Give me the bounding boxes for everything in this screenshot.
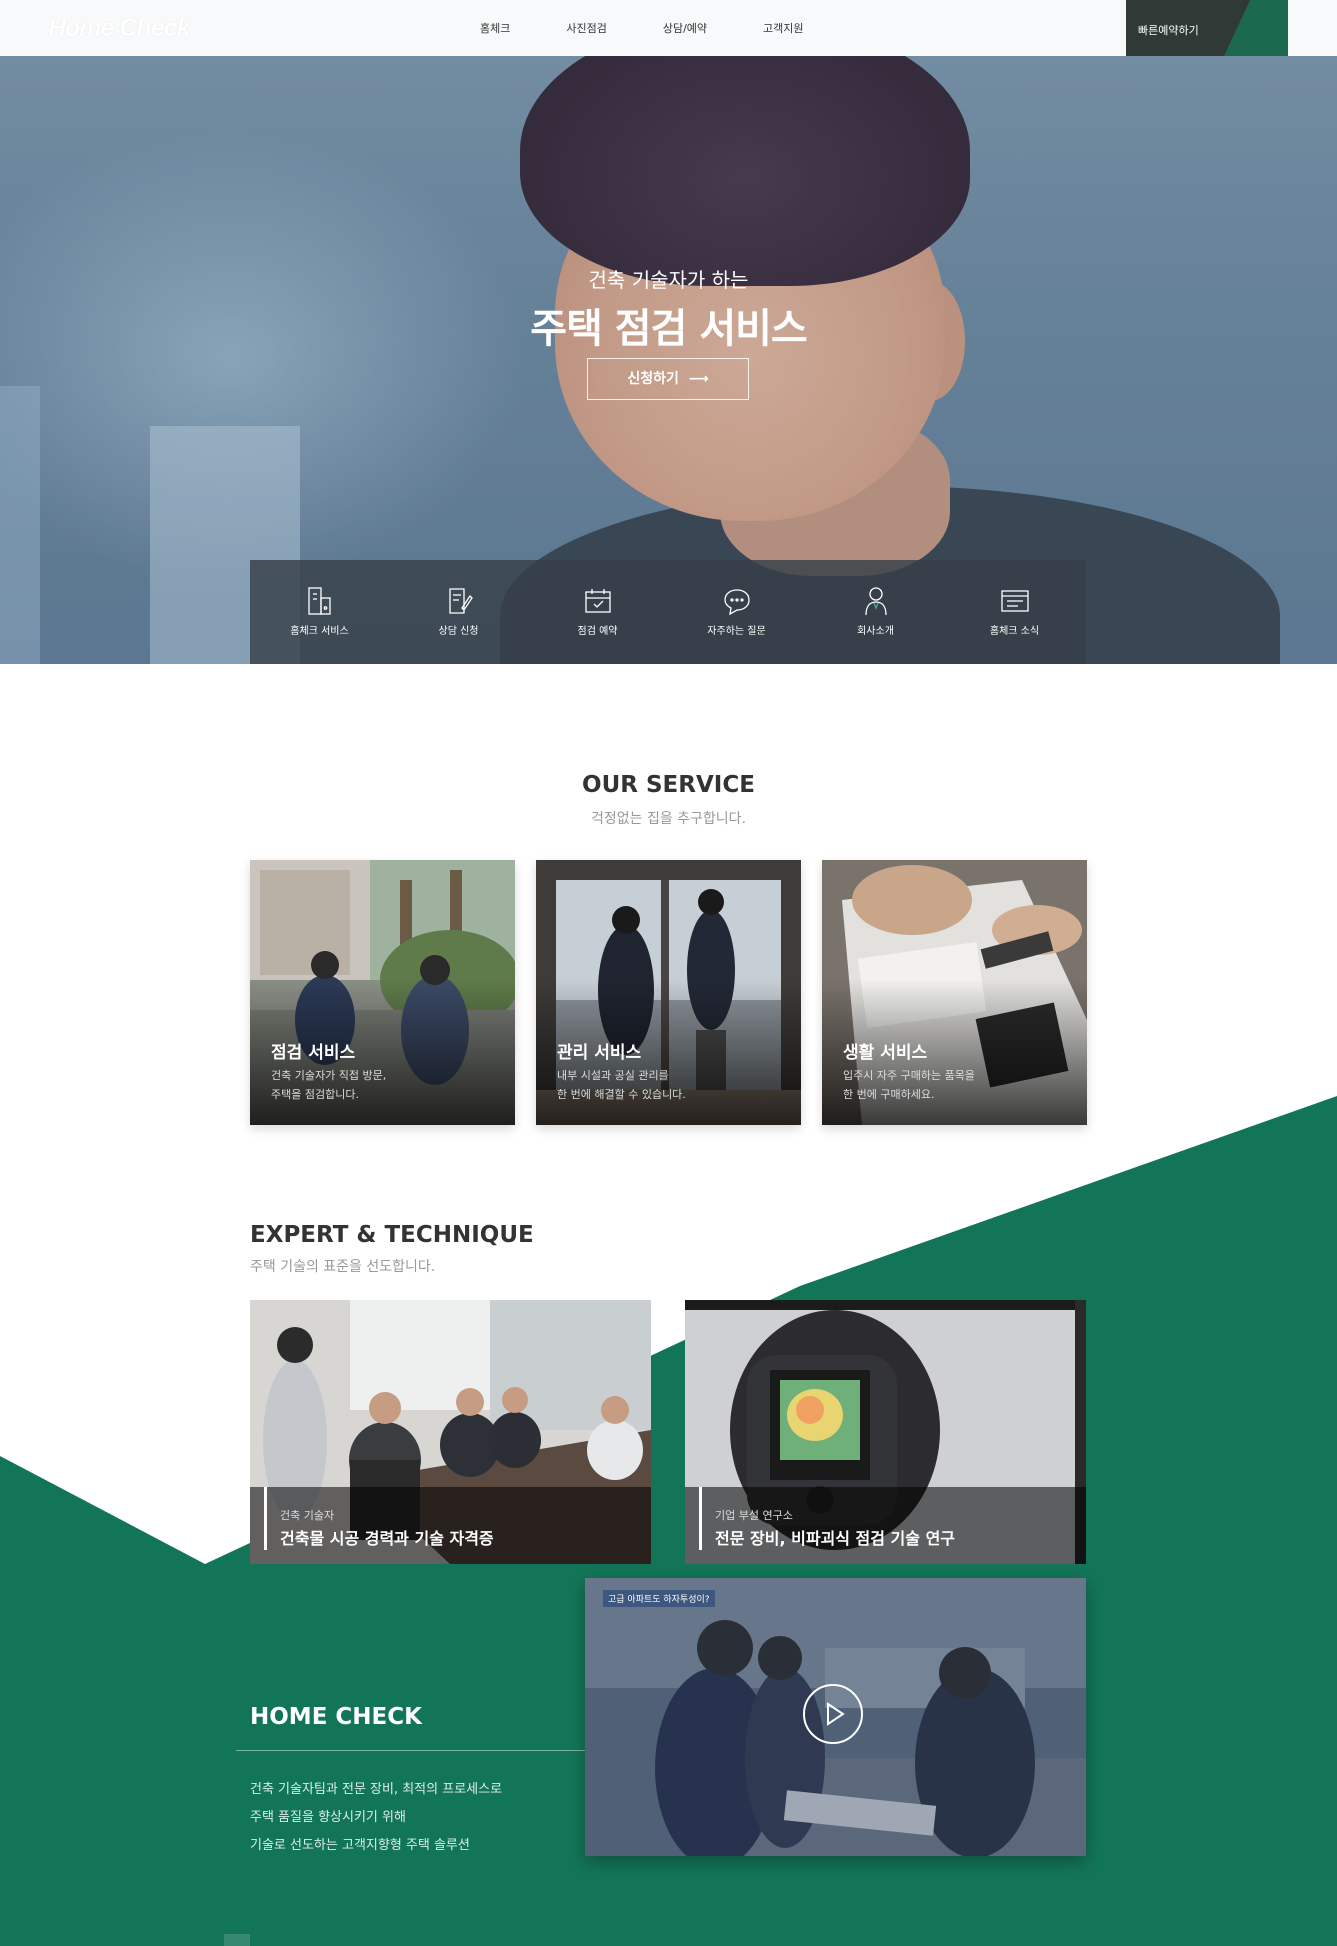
chat-bubble-icon [723, 589, 750, 616]
service-card-title: 점검 서비스 [271, 1043, 356, 1063]
homecheck-desc-line: 기술로 선도하는 고객지향형 주택 솔루션 [250, 1838, 470, 1853]
quick-menu-label: 자주하는 질문 [707, 626, 766, 637]
quick-menu-consult[interactable]: 상담 신청 [389, 560, 528, 664]
service-card-desc-line: 내부 시설과 공실 관리를 [557, 1069, 669, 1082]
quick-menu-bar: 홈체크 서비스 상담 신청 점검 예약 자주하는 질문 회사소개 홈체크 소식 [250, 560, 1086, 664]
quick-menu-label: 홈체크 소식 [989, 626, 1040, 637]
quick-menu-label: 홈체크 서비스 [290, 626, 349, 637]
scroll-top-stub[interactable] [224, 1934, 250, 1946]
expert-card-title: 전문 장비, 비파괴식 점검 기술 연구 [715, 1529, 956, 1548]
quick-menu-label: 상담 신청 [438, 626, 479, 637]
quick-reserve-button[interactable]: 빠른예약하기 [1126, 0, 1288, 56]
news-board-icon [1000, 590, 1029, 612]
service-card-desc-line: 건축 기술자가 직접 방문, [271, 1069, 387, 1082]
nav-item-support[interactable]: 고객지원 [763, 20, 803, 36]
homecheck-desc-line: 주택 품질을 향상시키기 위해 [250, 1810, 406, 1825]
quick-menu-news[interactable]: 홈체크 소식 [945, 560, 1084, 664]
service-section-title: OUR SERVICE [582, 772, 755, 798]
service-card-title: 관리 서비스 [557, 1043, 642, 1063]
service-card-desc-line: 한 번에 해결할 수 있습니다. [557, 1088, 686, 1101]
service-card-management[interactable]: 관리 서비스 내부 시설과 공실 관리를 한 번에 해결할 수 있습니다. [536, 860, 801, 1125]
apply-button[interactable]: 신청하기 ⟶ [587, 358, 749, 400]
building-phone-icon [307, 587, 331, 615]
quick-menu-faq[interactable]: 자주하는 질문 [667, 560, 806, 664]
homecheck-divider [236, 1750, 604, 1751]
service-card-desc-line: 주택을 점검합니다. [271, 1088, 359, 1101]
service-section-subtitle: 걱정없는 집을 추구합니다. [590, 811, 747, 827]
quick-menu-service[interactable]: 홈체크 서비스 [250, 560, 389, 664]
hero-subtitle: 건축 기술자가 하는 [588, 268, 749, 292]
hero-title: 주택 점검 서비스 [530, 306, 807, 352]
hero-banner: 건축 기술자가 하는 주택 점검 서비스 신청하기 ⟶ 홈체크 서비스 상담 신… [0, 56, 1337, 664]
service-card-desc: 내부 시설과 공실 관리를 한 번에 해결할 수 있습니다. [557, 1066, 686, 1104]
nav-item-photo-inspection[interactable]: 사진점검 [566, 20, 606, 36]
homecheck-title: HOME CHECK [250, 1704, 422, 1730]
nav-item-consult-reserve[interactable]: 상담/예약 [663, 20, 707, 36]
arrow-right-icon: ⟶ [683, 371, 709, 387]
homecheck-description: 건축 기술자팀과 전문 장비, 최적의 프로세스로 주택 품질을 향상시키기 위… [250, 1776, 502, 1860]
caption-accent-bar [699, 1487, 702, 1550]
nav-item-homecheck[interactable]: 홈체크 [480, 20, 510, 36]
service-card-desc: 건축 기술자가 직접 방문, 주택을 점검합니다. [271, 1066, 386, 1104]
expert-card-caption: 건축 기술자 건축물 시공 경력과 기술 자격증 [250, 1487, 651, 1564]
person-icon [864, 587, 887, 616]
expert-card-title: 건축물 시공 경력과 기술 자격증 [280, 1529, 494, 1548]
service-card-desc: 입주시 자주 구매하는 품목을 한 번에 구매하세요. [843, 1066, 975, 1104]
expert-card-small-label: 기업 부설 연구소 [715, 1509, 793, 1522]
expert-card-caption: 기업 부설 연구소 전문 장비, 비파괴식 점검 기술 연구 [685, 1487, 1086, 1564]
service-card-living[interactable]: 생활 서비스 입주시 자주 구매하는 품목을 한 번에 구매하세요. [822, 860, 1087, 1125]
document-pen-icon [448, 588, 473, 614]
expert-card-research[interactable]: 기업 부설 연구소 전문 장비, 비파괴식 점검 기술 연구 [685, 1300, 1086, 1564]
service-card-title: 생활 서비스 [843, 1043, 928, 1063]
video-tag: 고급 아파트도 하자투성이? [603, 1590, 715, 1607]
caption-accent-bar [264, 1487, 267, 1550]
apply-button-label: 신청하기 [627, 371, 679, 387]
expert-card-engineers[interactable]: 건축 기술자 건축물 시공 경력과 기술 자격증 [250, 1300, 651, 1564]
main-nav: 홈체크 사진점검 상담/예약 고객지원 [480, 0, 860, 56]
quick-menu-label: 점검 예약 [577, 626, 618, 637]
expert-section-subtitle: 주택 기술의 표준을 선도합니다. [250, 1259, 436, 1275]
homecheck-desc-line: 건축 기술자팀과 전문 장비, 최적의 프로세스로 [250, 1782, 503, 1797]
logo[interactable]: Home Check [48, 14, 190, 43]
promo-video[interactable]: 고급 아파트도 하자투성이? [585, 1578, 1086, 1856]
play-icon [827, 1702, 845, 1726]
play-button[interactable] [803, 1684, 863, 1744]
calendar-icon [584, 589, 611, 613]
site-header: Home Check 홈체크 사진점검 상담/예약 고객지원 빠른예약하기 [0, 0, 1337, 56]
quick-menu-reserve[interactable]: 점검 예약 [528, 560, 667, 664]
service-card-desc-line: 한 번에 구매하세요. [843, 1088, 935, 1101]
expert-card-small-label: 건축 기술자 [280, 1509, 335, 1522]
service-card-inspection[interactable]: 점검 서비스 건축 기술자가 직접 방문, 주택을 점검합니다. [250, 860, 515, 1125]
quick-menu-about[interactable]: 회사소개 [806, 560, 945, 664]
service-card-desc-line: 입주시 자주 구매하는 품목을 [843, 1069, 975, 1082]
expert-section-title: EXPERT & TECHNIQUE [250, 1222, 534, 1248]
quick-menu-label: 회사소개 [857, 626, 894, 637]
